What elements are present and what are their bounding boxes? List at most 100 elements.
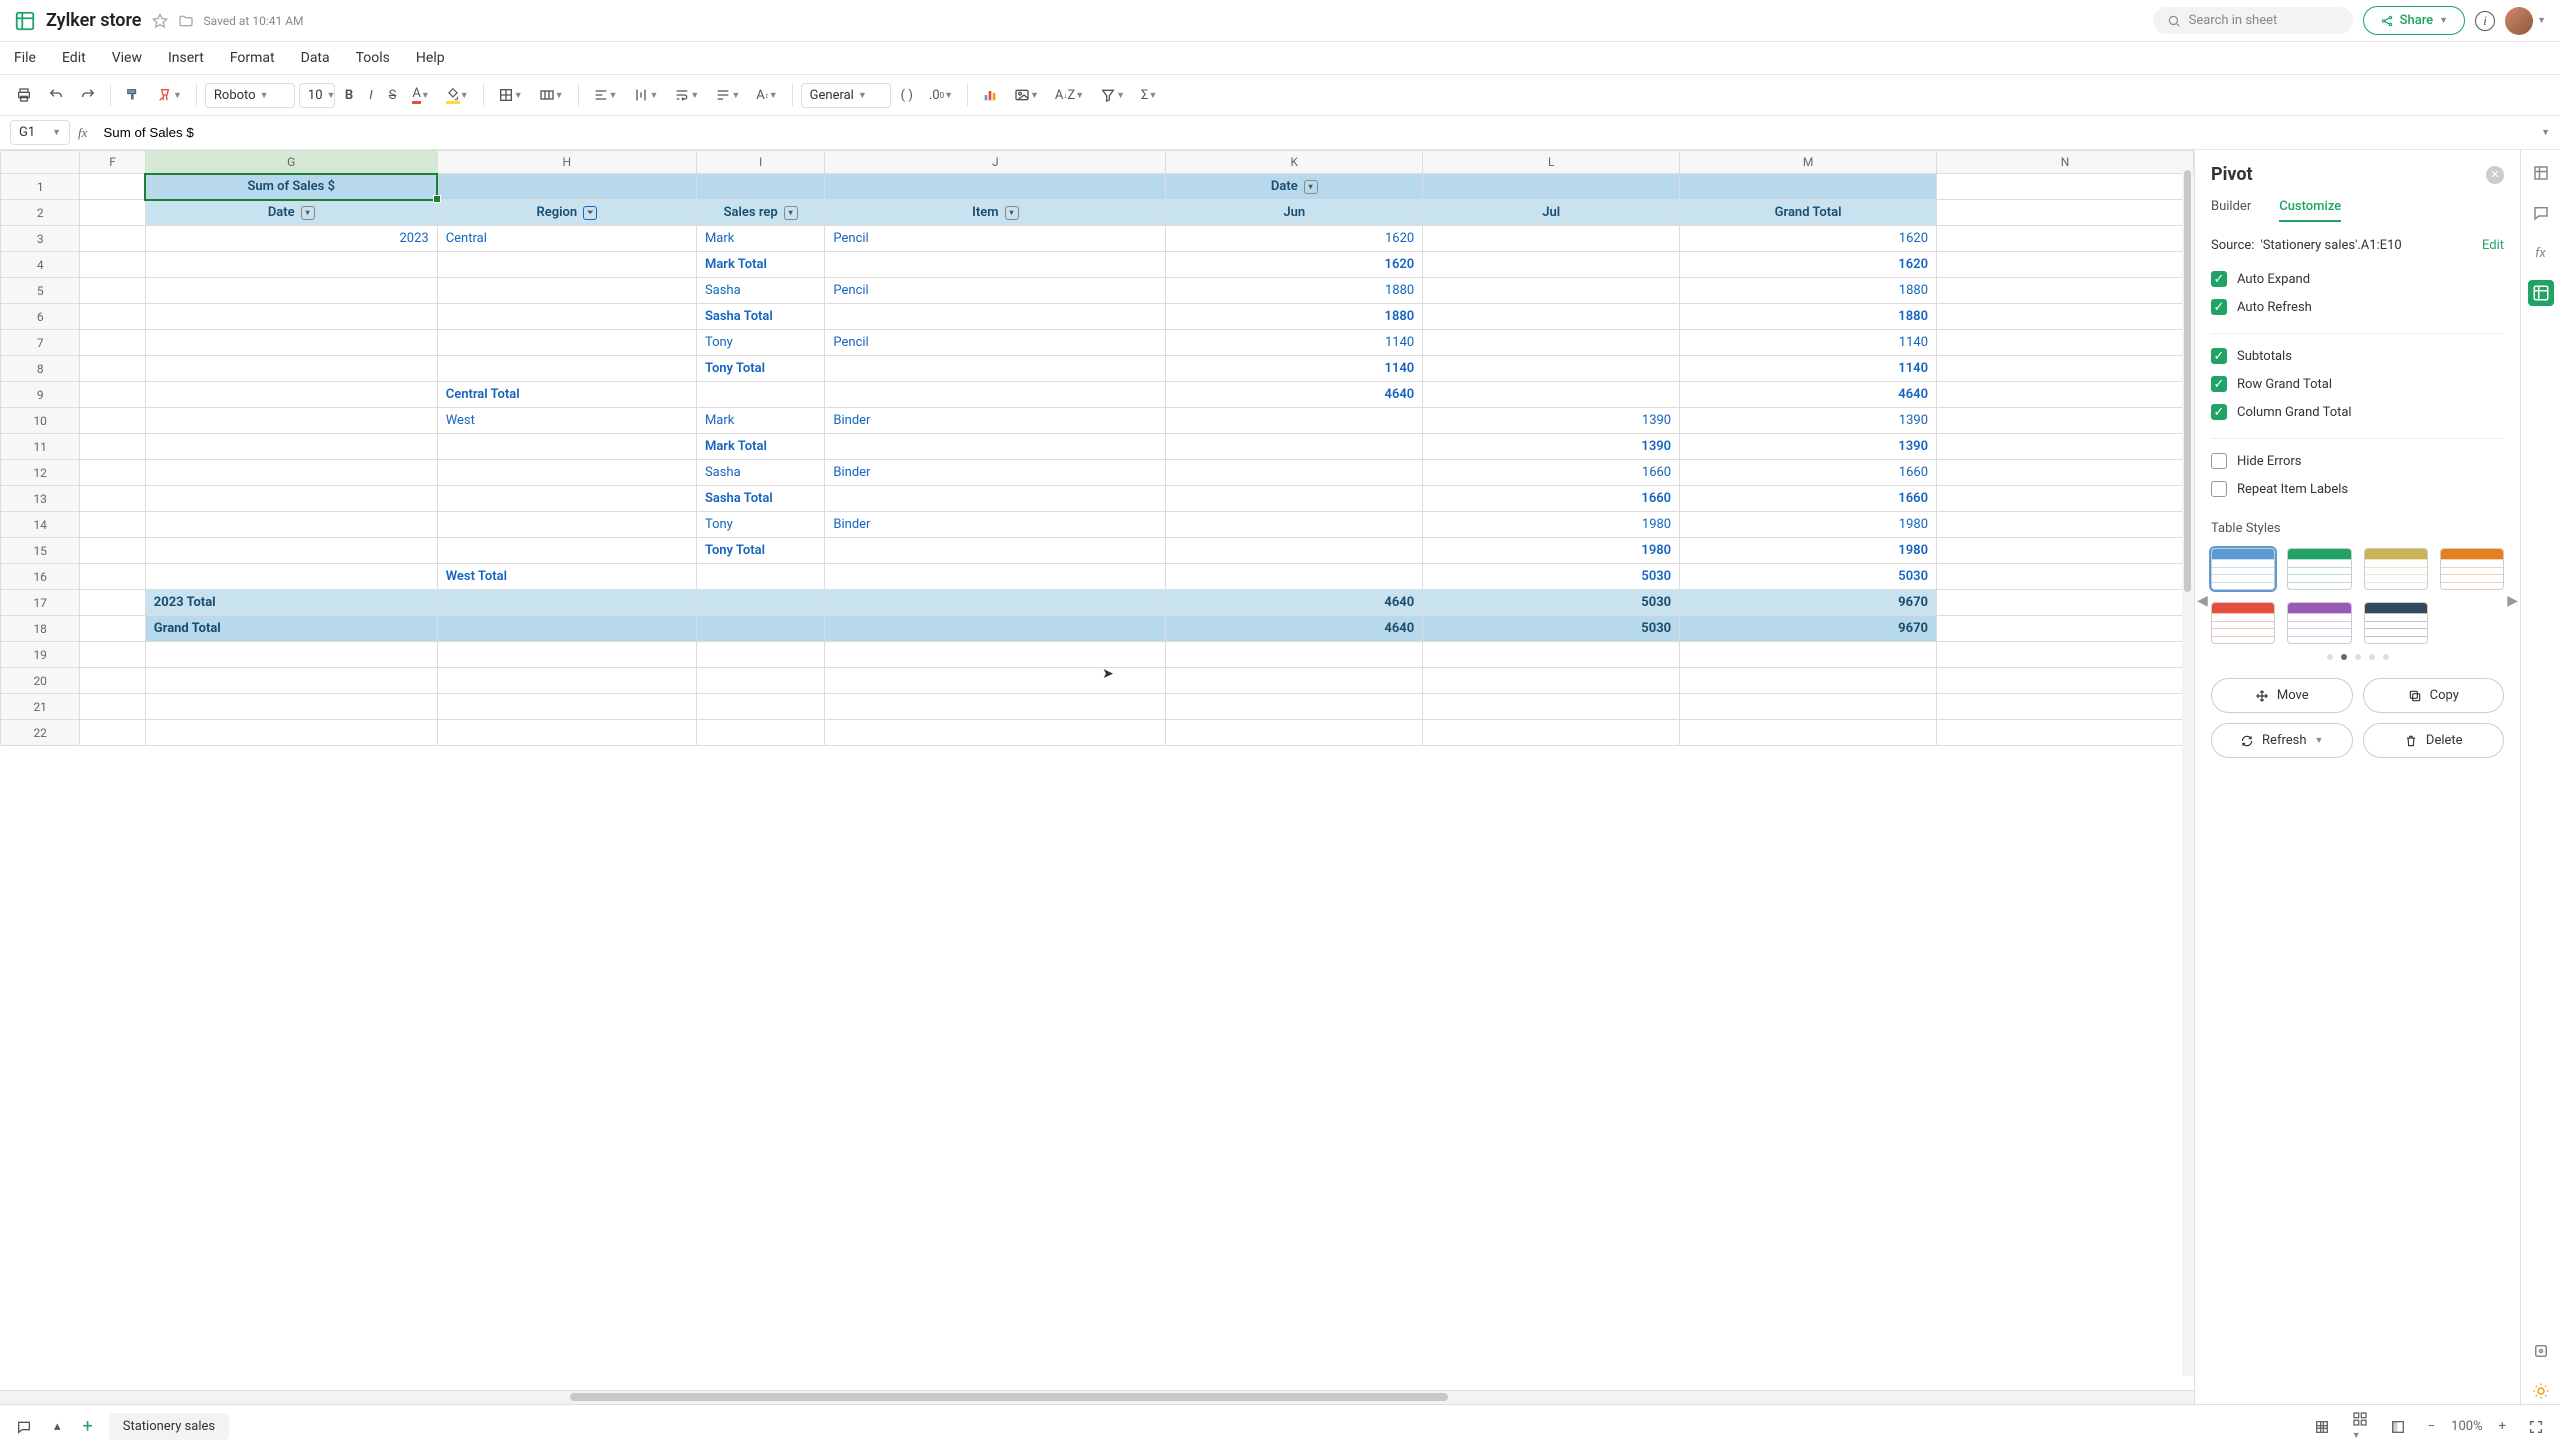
row-header[interactable]: 6 <box>1 304 80 330</box>
borders-icon[interactable]: ▼ <box>492 82 529 108</box>
bold-icon[interactable]: B <box>339 83 359 108</box>
cell[interactable] <box>1166 642 1423 668</box>
table-style-thumb[interactable] <box>2364 602 2428 644</box>
italic-icon[interactable]: I <box>363 83 378 108</box>
menu-insert[interactable]: Insert <box>168 50 204 66</box>
cell[interactable] <box>825 564 1166 590</box>
cell[interactable] <box>825 382 1166 408</box>
cell[interactable] <box>1937 226 2194 252</box>
menu-format[interactable]: Format <box>230 50 275 66</box>
cell[interactable] <box>1166 720 1423 746</box>
style-page-dot[interactable] <box>2369 654 2375 660</box>
cell[interactable] <box>145 538 437 564</box>
cell[interactable] <box>1166 538 1423 564</box>
cell[interactable]: 9670 <box>1680 590 1937 616</box>
undo-icon[interactable] <box>42 82 70 108</box>
rotate-icon[interactable]: ▼ <box>709 82 746 108</box>
menu-tools[interactable]: Tools <box>356 50 390 66</box>
cell[interactable] <box>1937 460 2194 486</box>
row-header[interactable]: 11 <box>1 434 80 460</box>
cell[interactable] <box>1166 564 1423 590</box>
cell[interactable] <box>145 304 437 330</box>
row-header[interactable]: 19 <box>1 642 80 668</box>
row-header[interactable]: 18 <box>1 616 80 642</box>
row-header[interactable]: 15 <box>1 538 80 564</box>
cell[interactable]: Grand Total <box>145 616 437 642</box>
cell[interactable] <box>696 174 824 200</box>
cell[interactable]: Sasha <box>696 278 824 304</box>
vertical-scrollbar[interactable] <box>2182 170 2194 1376</box>
check-repeat-labels[interactable]: Repeat Item Labels <box>2211 481 2504 497</box>
cell[interactable]: Mark Total <box>696 434 824 460</box>
cell[interactable]: Tony <box>696 330 824 356</box>
paint-format-icon[interactable] <box>119 82 147 108</box>
cell[interactable]: 1980 <box>1680 538 1937 564</box>
cell[interactable]: 1620 <box>1166 226 1423 252</box>
cell[interactable] <box>1423 226 1680 252</box>
cell[interactable]: Sasha Total <box>696 304 824 330</box>
star-icon[interactable] <box>152 13 168 29</box>
zoom-out-icon[interactable]: − <box>2422 1417 2441 1436</box>
halign-icon[interactable]: ▼ <box>587 82 624 108</box>
cell[interactable]: 1880 <box>1166 278 1423 304</box>
row-header[interactable]: 10 <box>1 408 80 434</box>
cell[interactable]: West <box>437 408 696 434</box>
cell[interactable] <box>1680 668 1937 694</box>
functions-icon[interactable]: Σ▼ <box>1135 83 1163 108</box>
cell[interactable]: Central Total <box>437 382 696 408</box>
cell[interactable] <box>80 590 145 616</box>
cell[interactable]: Binder <box>825 460 1166 486</box>
col-header-F[interactable]: F <box>80 151 145 174</box>
cell[interactable] <box>1423 668 1680 694</box>
cell[interactable] <box>437 304 696 330</box>
col-header-I[interactable]: I <box>696 151 824 174</box>
col-header-L[interactable]: L <box>1423 151 1680 174</box>
image-icon[interactable]: ▼ <box>1008 82 1045 108</box>
row-header[interactable]: 14 <box>1 512 80 538</box>
check-auto-expand[interactable]: ✓Auto Expand <box>2211 271 2504 287</box>
cell[interactable]: 2023 Total <box>145 590 437 616</box>
cell[interactable] <box>145 356 437 382</box>
zoom-in-icon[interactable]: + <box>2493 1417 2512 1436</box>
cell[interactable] <box>437 460 696 486</box>
check-auto-refresh[interactable]: ✓Auto Refresh <box>2211 299 2504 315</box>
menu-file[interactable]: File <box>14 50 36 66</box>
cell[interactable]: 4640 <box>1166 590 1423 616</box>
layout-icon[interactable]: ▼ <box>2346 1409 2374 1444</box>
rail-extensions-icon[interactable] <box>2528 1338 2554 1364</box>
cell[interactable] <box>80 226 145 252</box>
text-color-icon[interactable]: A ▼ <box>406 81 435 109</box>
cell[interactable] <box>696 720 824 746</box>
cell[interactable] <box>437 694 696 720</box>
cell[interactable] <box>825 304 1166 330</box>
cell[interactable]: Mark <box>696 408 824 434</box>
cell[interactable] <box>1423 694 1680 720</box>
decimals-icon[interactable]: .00▼ <box>923 83 959 108</box>
cell[interactable] <box>1937 278 2194 304</box>
cell[interactable] <box>80 720 145 746</box>
text-size-auto-icon[interactable]: A↕▼ <box>750 83 783 108</box>
cell[interactable]: 5030 <box>1423 616 1680 642</box>
cell[interactable]: Pencil <box>825 226 1166 252</box>
cell[interactable] <box>1423 382 1680 408</box>
cell[interactable]: 1880 <box>1680 304 1937 330</box>
cell[interactable] <box>1423 278 1680 304</box>
clear-format-icon[interactable]: ▼ <box>151 82 188 108</box>
row-header[interactable]: 13 <box>1 486 80 512</box>
menu-view[interactable]: View <box>112 50 142 66</box>
check-row-grand-total[interactable]: ✓Row Grand Total <box>2211 376 2504 392</box>
cell[interactable] <box>696 564 824 590</box>
cell[interactable] <box>1423 330 1680 356</box>
row-header[interactable]: 4 <box>1 252 80 278</box>
cell[interactable] <box>1937 590 2194 616</box>
rail-pivot-builder-icon[interactable] <box>2528 160 2554 186</box>
cell[interactable] <box>1937 434 2194 460</box>
cell[interactable] <box>145 486 437 512</box>
horizontal-scrollbar[interactable] <box>0 1390 2194 1404</box>
share-button[interactable]: Share ▼ <box>2363 6 2465 35</box>
cell[interactable] <box>1937 512 2194 538</box>
cell[interactable] <box>696 668 824 694</box>
cell[interactable] <box>80 278 145 304</box>
cell[interactable] <box>696 694 824 720</box>
doc-title[interactable]: Zylker store <box>46 10 142 31</box>
